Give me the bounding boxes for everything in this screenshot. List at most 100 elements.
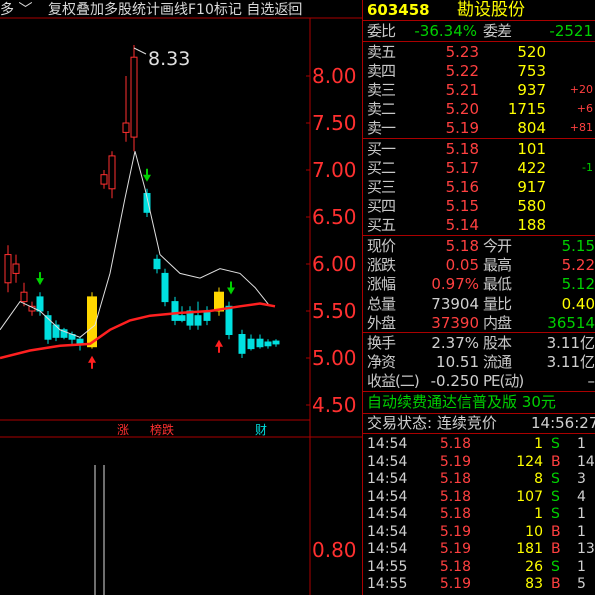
trade-row: 14:54 5.18 8 S 3 (363, 471, 595, 487)
sell-row[interactable]: 卖二 5.20 1715 +6 (363, 100, 595, 118)
trade-row: 14:54 5.19 10 B 1 (363, 524, 595, 540)
stat-label: 量比 (483, 294, 512, 313)
sell-change: +81 (569, 121, 593, 134)
trade-count: 1 (577, 558, 586, 575)
buy-label: 买二 (367, 159, 396, 177)
candle-body (44, 315, 52, 340)
stat-value: 37390 (431, 313, 479, 332)
stat-value: 2.37% (431, 334, 479, 352)
stat-label: 内盘 (483, 313, 512, 332)
price-axis-label: 7.00 (312, 158, 357, 182)
trade-volume: 1 (534, 436, 543, 452)
trade-time: 14:54 (367, 453, 408, 470)
sell-label: 卖一 (367, 119, 396, 137)
candle-body (247, 338, 255, 350)
stat-label: 涨幅 (367, 275, 396, 294)
stat-value: 5.12 (561, 275, 595, 294)
price-axis-label: 5.50 (312, 299, 357, 323)
kline-chart[interactable]: 多 ﹀ 复权叠加多股统计画线F10标记 自选返回 ◇ 8.00 7.50 7.00 6… (0, 0, 362, 595)
stat-value: 0.97% (431, 275, 479, 294)
trade-count: 14 (577, 453, 595, 470)
sell-row[interactable]: 卖三 5.21 937 +20 (363, 81, 595, 99)
candle-body (256, 338, 264, 348)
stat-label: 换手 (367, 334, 396, 352)
sell-row[interactable]: 卖五 5.23 520 (363, 43, 595, 61)
trade-side: S (551, 558, 560, 575)
trade-count: 1 (577, 523, 586, 540)
price-axis-label: 5.00 (312, 346, 357, 370)
weibi-value: -36.34% (414, 22, 477, 40)
price-axis-label: 7.50 (312, 111, 357, 135)
stat-label: 外盘 (367, 313, 396, 332)
candle-body (194, 315, 202, 326)
trade-side: B (551, 576, 561, 592)
buy-volume: 580 (517, 197, 546, 215)
stat-value: 5.15 (561, 237, 595, 255)
price-axis-label: 8.00 (312, 64, 357, 88)
sell-label: 卖三 (367, 81, 396, 99)
candle-body (108, 155, 116, 190)
stat-value: 0.05 (445, 256, 479, 275)
stat-row: 收益(二) -0.250 PE(动) – (363, 372, 595, 390)
stat-label: 最低 (483, 275, 512, 294)
stat-value: 5.18 (445, 237, 479, 255)
stat-row: 换手 2.37% 股本 3.11亿 (363, 334, 595, 352)
trade-row: 14:55 5.18 26 S 1 (363, 559, 595, 575)
buy-row[interactable]: 买三 5.16 917 (363, 178, 595, 196)
buy-volume: 422 (517, 159, 546, 177)
trade-time: 14:54 (367, 488, 408, 505)
sell-price: 5.19 (445, 119, 479, 137)
annotation-line (133, 47, 147, 55)
sell-price: 5.20 (445, 100, 479, 118)
trade-price: 5.18 (439, 506, 471, 522)
trade-price: 5.18 (439, 436, 471, 452)
sell-row[interactable]: 卖四 5.22 753 (363, 62, 595, 80)
buy-label: 买三 (367, 178, 396, 196)
trade-time: 14:54 (367, 541, 408, 557)
chart-svg: 8.00 7.50 7.00 6.50 6.00 5.50 5.00 4.50 0.80 8.33… (0, 17, 362, 595)
stat-value: 73904 (431, 294, 479, 313)
stat-value: -0.250 (430, 372, 479, 391)
candle-body (20, 291, 28, 303)
buy-row[interactable]: 买四 5.15 580 (363, 197, 595, 215)
trade-side: S (551, 506, 560, 522)
trade-row: 14:54 5.18 107 S 4 (363, 489, 595, 505)
stat-label: 总量 (367, 294, 396, 313)
trade-volume: 1 (534, 506, 543, 522)
trade-time: 14:54 (367, 523, 408, 540)
trade-volume: 181 (516, 541, 543, 557)
candle-body (4, 254, 12, 284)
stat-value: 0.40 (561, 294, 595, 313)
stat-row: 现价 5.18 今开 5.15 (363, 237, 595, 255)
sell-row[interactable]: 卖一 5.19 804 +81 (363, 119, 595, 137)
trade-volume: 124 (516, 453, 543, 470)
candle-body (238, 334, 246, 354)
stat-label: 净资 (367, 353, 396, 372)
ad-banner[interactable]: 自动续费通达信普及版 30元 (363, 393, 595, 411)
stat-row: 涨跌 0.05 最高 5.22 (363, 256, 595, 274)
down-arrow-icon (36, 272, 44, 286)
buy-row[interactable]: 买二 5.17 422 -1 (363, 159, 595, 177)
stat-label: 涨跌 (367, 256, 396, 275)
candle-body (130, 56, 138, 138)
event-tag: 涨 (117, 422, 129, 437)
down-arrow-icon (227, 281, 235, 295)
candle-body (100, 174, 108, 185)
candle-body (36, 296, 44, 312)
buy-label: 买一 (367, 140, 396, 158)
buy-row[interactable]: 买五 5.14 188 (363, 216, 595, 234)
sell-price: 5.21 (445, 81, 479, 99)
sell-volume: 804 (517, 119, 546, 137)
trade-time: 14:54 (367, 506, 408, 522)
trade-count: 1 (577, 436, 586, 452)
stat-label: 最高 (483, 256, 512, 275)
status-row: 交易状态: 连续竞价 14:56:27 (363, 414, 595, 432)
candle-body (225, 305, 233, 335)
buy-volume: 101 (517, 140, 546, 158)
trade-volume: 107 (516, 488, 543, 505)
sell-change: +20 (569, 83, 593, 96)
buy-row[interactable]: 买一 5.18 101 (363, 140, 595, 158)
sub-axis-label: 0.80 (312, 538, 357, 562)
trade-price: 5.19 (439, 523, 471, 540)
sell-label: 卖四 (367, 62, 396, 80)
